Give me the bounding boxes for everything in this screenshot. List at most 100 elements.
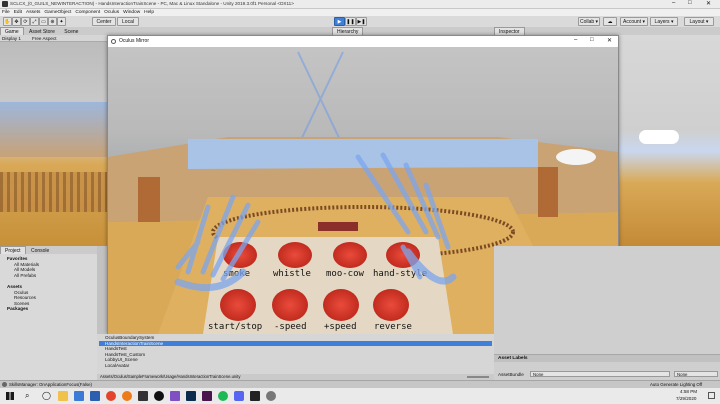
- track-left: [0, 172, 107, 212]
- slack-icon[interactable]: [202, 391, 212, 401]
- project-tree-label: All Prefabs: [14, 272, 37, 278]
- layers-dropdown[interactable]: Layers ▾: [650, 17, 678, 26]
- right-hand-icon: [355, 152, 457, 285]
- project-panel-tabs: Project Console: [0, 246, 97, 254]
- rect-tool-button[interactable]: ▭: [39, 17, 48, 26]
- oculus-mirror-title: Oculus Mirror: [119, 38, 150, 44]
- notification-icon[interactable]: [708, 392, 715, 399]
- file-explorer-icon[interactable]: [58, 391, 68, 401]
- variant-dropdown[interactable]: None: [674, 371, 718, 377]
- cloud-icon[interactable]: ☁: [603, 17, 617, 26]
- cloud-decoration: [639, 130, 679, 144]
- project-tree-label: All Models: [14, 267, 36, 273]
- visual-studio-icon[interactable]: [170, 391, 180, 401]
- status-message[interactable]: SkillsManager: OnApplicationFocus(False): [9, 381, 92, 388]
- pause-button[interactable]: ❚❚: [345, 17, 356, 26]
- menu-item[interactable]: Oculus: [104, 9, 119, 16]
- scale-tool-button[interactable]: ⤢: [30, 17, 39, 26]
- account-dropdown[interactable]: Account ▾: [620, 17, 648, 26]
- zoom-slider[interactable]: [467, 376, 489, 378]
- terminal-icon[interactable]: [250, 391, 260, 401]
- project-tree-label: Packages: [7, 306, 29, 312]
- unity-icon[interactable]: [138, 391, 148, 401]
- play-button[interactable]: ▶: [334, 17, 345, 26]
- windows-start-icon[interactable]: [6, 392, 14, 400]
- oculus-app-icon[interactable]: [154, 391, 164, 401]
- minimize-button[interactable]: –: [672, 0, 675, 6]
- lighting-status: Auto Generate Lighting Off: [650, 382, 703, 387]
- menu-item[interactable]: GameObject: [44, 9, 71, 16]
- project-tree-label: Favorites: [7, 256, 28, 261]
- inspector-panel: [619, 35, 720, 246]
- hierarchy-item-label: HandsTest: [105, 346, 127, 352]
- taskbar: ⌕ ◯ 4:58 PM 7/29/2020: [0, 388, 720, 404]
- warning-icon: [2, 382, 7, 387]
- menu-bar: File Edit Assets GameObject Component Oculus W…: [0, 9, 720, 16]
- mirror-close-button[interactable]: ✕: [607, 37, 612, 44]
- asset-labels-panel: Asset Labels AssetBundle None None: [494, 246, 720, 380]
- hierarchy-item-label: LocalAvatar: [105, 362, 130, 368]
- close-button[interactable]: ✕: [706, 0, 711, 7]
- assetbundle-dropdown[interactable]: None: [530, 371, 670, 377]
- spotify-icon[interactable]: [218, 391, 228, 401]
- photoshop-icon[interactable]: [186, 391, 196, 401]
- hierarchy-item-label: OculusBoundarySystem: [105, 335, 155, 340]
- space-toggle[interactable]: Local: [117, 17, 139, 26]
- oculus-mirror-titlebar: Oculus Mirror – □ ✕: [108, 36, 618, 47]
- store-icon[interactable]: [74, 391, 84, 401]
- project-tree-label: Assets: [7, 283, 23, 289]
- oculus-icon: [111, 39, 116, 44]
- discord-icon[interactable]: [234, 391, 244, 401]
- tab-hierarchy[interactable]: Hierarchy: [332, 27, 364, 35]
- step-button[interactable]: ▶❚: [356, 17, 367, 26]
- tab-inspector[interactable]: Inspector: [494, 27, 525, 35]
- custom-tool-button[interactable]: ✦: [57, 17, 66, 26]
- layout-dropdown[interactable]: Layout ▾: [684, 17, 714, 26]
- hierarchy-item[interactable]: LocalAvatar: [99, 363, 492, 369]
- mail-icon[interactable]: [90, 391, 100, 401]
- canyon-wall: [0, 102, 107, 157]
- assetbundle-label: AssetBundle: [498, 372, 524, 377]
- rotate-tool-button[interactable]: ⟳: [21, 17, 30, 26]
- project-tree: Favorites All Materials All Models All Pref…: [0, 254, 97, 380]
- chrome-icon[interactable]: [106, 391, 116, 401]
- menu-item[interactable]: Help: [144, 9, 154, 16]
- clock-date[interactable]: 7/29/2020: [676, 396, 696, 401]
- menu-item[interactable]: Component: [75, 9, 100, 16]
- status-bar: SkillsManager: OnApplicationFocus(False)…: [0, 380, 720, 388]
- menu-item[interactable]: Edit: [14, 9, 22, 16]
- maximize-button[interactable]: □: [688, 0, 692, 6]
- project-tree-label: Oculus: [14, 289, 29, 295]
- menu-item[interactable]: Window: [123, 9, 140, 16]
- mirror-minimize-button[interactable]: –: [574, 37, 577, 43]
- aspect-dropdown[interactable]: Free Aspect: [32, 35, 57, 42]
- project-tree-label: Resources: [14, 295, 36, 301]
- unity-logo-icon: [2, 1, 8, 7]
- transform-tool-button[interactable]: ⊕: [48, 17, 57, 26]
- display-dropdown[interactable]: Display 1: [2, 35, 21, 42]
- firefox-icon[interactable]: [122, 391, 132, 401]
- menu-item[interactable]: File: [2, 9, 10, 16]
- project-tree-item[interactable]: Packages: [2, 306, 95, 312]
- mirror-maximize-button[interactable]: □: [590, 37, 594, 43]
- taskbar-app-icons: [58, 391, 478, 401]
- collab-dropdown[interactable]: Collab ▾: [578, 17, 600, 26]
- move-tool-button[interactable]: ✥: [12, 17, 21, 26]
- hierarchy-item-label: HandsTest_Custom: [105, 351, 146, 357]
- left-hand-icon: [174, 194, 261, 292]
- pivot-toggle[interactable]: Center: [92, 17, 116, 26]
- clock-time[interactable]: 4:58 PM: [680, 389, 697, 394]
- hand-tool-button[interactable]: ✋: [3, 17, 12, 26]
- game-view[interactable]: [0, 42, 107, 246]
- settings-icon[interactable]: [266, 391, 276, 401]
- tab-game[interactable]: Game: [0, 27, 24, 35]
- menu-item[interactable]: Assets: [26, 9, 40, 16]
- project-tree-label: All Materials: [14, 261, 40, 267]
- tab-project[interactable]: Project: [0, 246, 26, 254]
- toolbar: ✋ ✥ ⟳ ⤢ ▭ ⊕ ✦ Center Local ▶ ❚❚ ▶❚ Colla…: [0, 16, 720, 27]
- inspector-panel-tab: Inspector: [494, 27, 720, 35]
- search-icon[interactable]: ⌕: [25, 391, 29, 401]
- task-view-icon[interactable]: ◯: [42, 391, 51, 400]
- title-bar: SCLCX_(0_GUILS_NEWINTERACTION) - HandsIn…: [0, 0, 720, 9]
- hierarchy-list: OculusBoundarySystem HandsInteractionTrai…: [97, 334, 494, 376]
